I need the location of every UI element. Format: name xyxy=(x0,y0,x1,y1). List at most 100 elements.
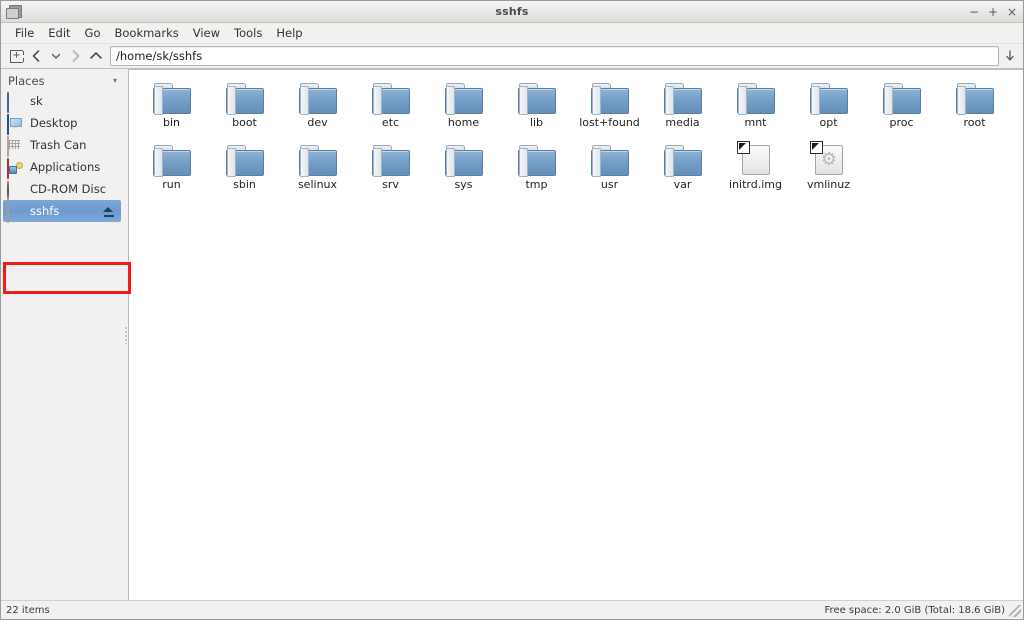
file-item-tmp[interactable]: tmp xyxy=(500,136,573,198)
file-item-label: media xyxy=(665,116,700,129)
file-item-lost-found[interactable]: lost+found xyxy=(573,74,646,136)
file-item-label: etc xyxy=(381,116,400,129)
folder-icon xyxy=(955,78,995,115)
file-item-initrd-img[interactable]: initrd.img xyxy=(719,136,792,198)
close-button[interactable]: × xyxy=(1007,6,1017,18)
new-tab-button[interactable]: + xyxy=(6,46,26,66)
folder-icon xyxy=(371,140,411,177)
file-item-media[interactable]: media xyxy=(646,74,719,136)
menu-view[interactable]: View xyxy=(186,24,227,43)
forward-button[interactable] xyxy=(66,46,86,66)
sidebar-item-sshfs[interactable]: sshfs xyxy=(3,200,121,223)
file-item-vmlinuz[interactable]: ⚙ vmlinuz xyxy=(792,136,865,198)
sidebar-item-label: sk xyxy=(30,94,43,108)
home-icon xyxy=(7,92,24,113)
path-input[interactable]: /home/sk/sshfs xyxy=(110,46,999,66)
folder-icon xyxy=(444,140,484,177)
menu-bookmarks[interactable]: Bookmarks xyxy=(107,24,185,43)
file-item-etc[interactable]: etc xyxy=(354,74,427,136)
file-item-label: tmp xyxy=(525,178,548,191)
file-item-label: dev xyxy=(307,116,328,129)
places-label: Places xyxy=(8,74,45,88)
sidebar-item-sk[interactable]: sk xyxy=(1,90,123,113)
sidebar-item-desktop[interactable]: Desktop xyxy=(1,112,123,135)
file-item-lib[interactable]: lib xyxy=(500,74,573,136)
window-title: sshfs xyxy=(495,5,529,18)
file-item-sys[interactable]: sys xyxy=(427,136,500,198)
eject-icon[interactable] xyxy=(103,206,114,217)
sidebar-item-applications[interactable]: Applications xyxy=(1,156,123,179)
file-item-label: bin xyxy=(162,116,180,129)
folder-icon xyxy=(225,78,265,115)
item-count-label: 22 items xyxy=(6,604,50,616)
minimize-button[interactable]: − xyxy=(969,6,979,18)
file-item-label: initrd.img xyxy=(729,178,782,191)
file-item-home[interactable]: home xyxy=(427,74,500,136)
chevron-down-icon[interactable]: ▾ xyxy=(113,77,117,85)
file-item-srv[interactable]: srv xyxy=(354,136,427,198)
file-item-label: usr xyxy=(600,178,619,191)
file-grid: bin boot dev etc home lib lost+found med… xyxy=(129,70,1023,198)
folder-icon xyxy=(663,78,703,115)
file-item-selinux[interactable]: selinux xyxy=(281,136,354,198)
menu-go[interactable]: Go xyxy=(78,24,108,43)
back-button[interactable] xyxy=(26,46,46,66)
history-dropdown-button[interactable] xyxy=(46,46,66,66)
file-item-boot[interactable]: boot xyxy=(208,74,281,136)
window-folder-icon xyxy=(6,4,22,19)
folder-icon xyxy=(517,140,557,177)
file-item-label: run xyxy=(162,178,181,191)
file-item-label: home xyxy=(447,116,480,129)
file-item-label: vmlinuz xyxy=(806,178,851,191)
file-item-var[interactable]: var xyxy=(646,136,719,198)
menu-edit[interactable]: Edit xyxy=(41,24,77,43)
file-item-label: opt xyxy=(819,116,838,129)
menu-help[interactable]: Help xyxy=(269,24,309,43)
file-item-root[interactable]: root xyxy=(938,74,1011,136)
file-manager-window: sshfs − + × File Edit Go Bookmarks View … xyxy=(0,0,1024,620)
folder-icon xyxy=(517,78,557,115)
download-arrow-icon xyxy=(1006,49,1014,61)
menu-file[interactable]: File xyxy=(8,24,41,43)
sidebar-item-label: Applications xyxy=(30,160,101,174)
file-item-usr[interactable]: usr xyxy=(573,136,646,198)
file-item-sbin[interactable]: sbin xyxy=(208,136,281,198)
file-item-bin[interactable]: bin xyxy=(135,74,208,136)
file-item-run[interactable]: run xyxy=(135,136,208,198)
file-item-dev[interactable]: dev xyxy=(281,74,354,136)
file-item-label: mnt xyxy=(744,116,767,129)
file-item-mnt[interactable]: mnt xyxy=(719,74,792,136)
file-item-label: boot xyxy=(232,116,257,129)
title-bar[interactable]: sshfs − + × xyxy=(1,1,1023,23)
sidebar-item-trash-can[interactable]: Trash Can xyxy=(1,134,123,157)
menu-tools[interactable]: Tools xyxy=(227,24,269,43)
sidebar-item-cd-rom-disc[interactable]: CD-ROM Disc xyxy=(1,178,123,201)
file-item-opt[interactable]: opt xyxy=(792,74,865,136)
applications-icon xyxy=(7,158,24,179)
folder-icon xyxy=(298,78,338,115)
free-space-label: Free space: 2.0 GiB (Total: 18.6 GiB) xyxy=(824,604,1005,616)
symlink-badge-icon xyxy=(737,141,750,154)
file-item-label: sys xyxy=(454,178,473,191)
sidebar-item-label: Desktop xyxy=(30,116,78,130)
places-header[interactable]: Places ▾ xyxy=(1,72,123,90)
window-controls: − + × xyxy=(969,6,1017,18)
file-list-pane[interactable]: bin boot dev etc home lib lost+found med… xyxy=(128,69,1023,600)
new-tab-icon: + xyxy=(9,49,24,63)
file-item-label: sbin xyxy=(233,178,256,191)
places-sidebar: Places ▾ sk Desktop Trash Can Applicatio… xyxy=(1,69,131,600)
cdrom-icon xyxy=(7,180,24,201)
folder-icon xyxy=(444,78,484,115)
sidebar-item-label: Trash Can xyxy=(30,138,87,152)
up-button[interactable] xyxy=(86,46,106,66)
folder-icon xyxy=(736,78,776,115)
resize-grip[interactable] xyxy=(1009,605,1021,617)
path-history-button[interactable] xyxy=(1001,46,1019,66)
toolbar: + /home/sk/sshfs xyxy=(1,44,1023,69)
folder-icon xyxy=(590,140,630,177)
file-item-proc[interactable]: proc xyxy=(865,74,938,136)
maximize-button[interactable]: + xyxy=(988,6,998,18)
desktop-icon xyxy=(7,114,24,135)
trash-icon xyxy=(7,136,24,157)
file-item-label: var xyxy=(673,178,692,191)
